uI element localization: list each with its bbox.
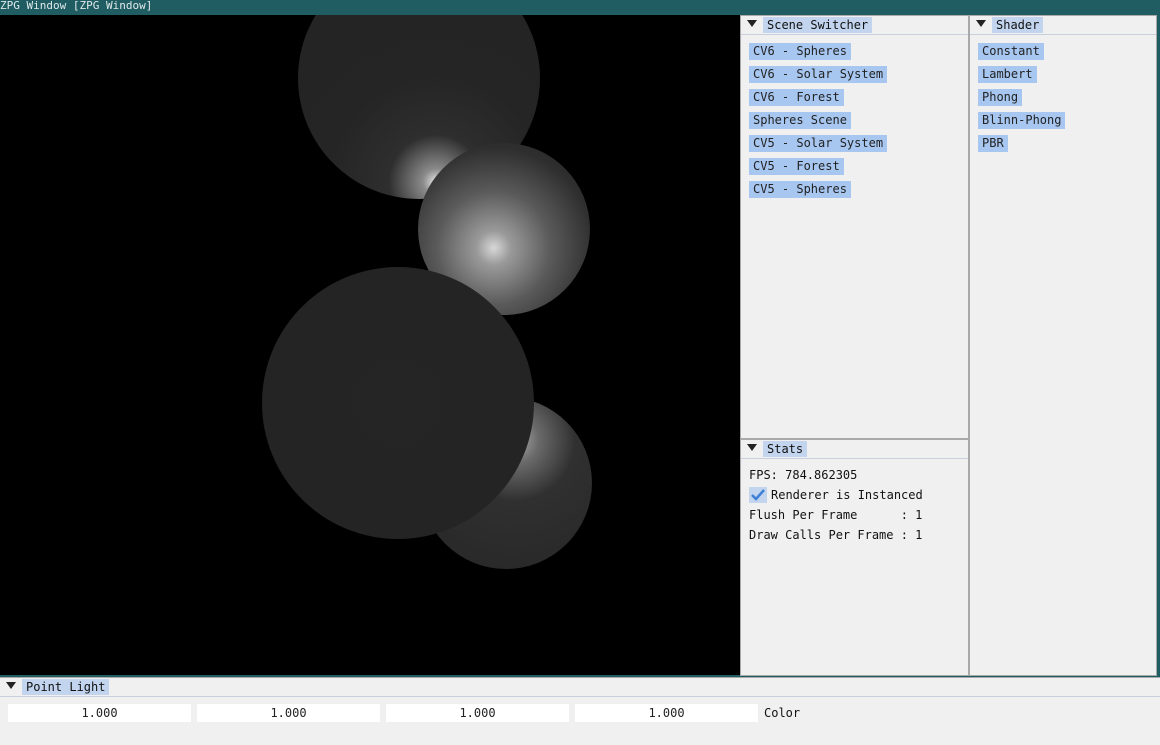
scene-button-list: CV6 - Spheres CV6 - Solar System CV6 - F… (741, 35, 968, 198)
point-light-header[interactable]: Point Light (0, 678, 1160, 697)
collapse-arrow-icon[interactable] (747, 444, 757, 451)
window-title: ZPG Window [ZPG Window] (0, 0, 153, 12)
scene-switcher-header[interactable]: Scene Switcher (741, 16, 968, 35)
shader-panel: Shader Constant Lambert Phong Blinn-Phon… (969, 15, 1157, 676)
shader-button-pbr[interactable]: PBR (978, 135, 1008, 152)
color-input-row: 1.000 1.000 1.000 1.000 Color (8, 704, 800, 722)
scene-switcher-panel: Scene Switcher CV6 - Spheres CV6 - Solar… (740, 15, 969, 439)
window-titlebar: ZPG Window [ZPG Window] (0, 0, 1160, 14)
scene-switcher-title: Scene Switcher (763, 17, 873, 33)
fps-readout: FPS: 784.862305 (749, 468, 858, 482)
scene-button-spheres-scene[interactable]: Spheres Scene (749, 112, 851, 129)
renderer-instanced-checkbox[interactable] (749, 487, 767, 503)
draw-calls-per-frame: Draw Calls Per Frame : 1 (749, 528, 923, 542)
shader-button-blinn-phong[interactable]: Blinn-Phong (978, 112, 1066, 129)
stats-title: Stats (763, 441, 808, 457)
scene-button-cv6-spheres[interactable]: CV6 - Spheres (749, 43, 851, 60)
shader-button-constant[interactable]: Constant (978, 43, 1044, 60)
color-a-input[interactable]: 1.000 (575, 704, 758, 722)
color-r-input[interactable]: 1.000 (8, 704, 191, 722)
renderer-instanced-row[interactable]: Renderer is Instanced (749, 487, 968, 503)
stats-panel: Stats FPS: 784.862305 Renderer is Instan… (740, 439, 969, 676)
color-g-input[interactable]: 1.000 (197, 704, 380, 722)
scene-button-cv5-spheres[interactable]: CV5 - Spheres (749, 181, 851, 198)
flush-per-frame: Flush Per Frame : 1 (749, 508, 923, 522)
shader-button-phong[interactable]: Phong (978, 89, 1023, 106)
color-b-input[interactable]: 1.000 (386, 704, 569, 722)
stats-header[interactable]: Stats (741, 440, 968, 459)
shader-button-list: Constant Lambert Phong Blinn-Phong PBR (970, 35, 1156, 152)
color-label: Color (764, 706, 801, 720)
checkmark-icon (751, 489, 765, 501)
collapse-arrow-icon[interactable] (6, 682, 16, 689)
shader-title: Shader (992, 17, 1044, 33)
scene-button-cv6-forest[interactable]: CV6 - Forest (749, 89, 844, 106)
scene-button-cv5-solar-system[interactable]: CV5 - Solar System (749, 135, 888, 152)
shader-button-lambert[interactable]: Lambert (978, 66, 1037, 83)
scene-button-cv5-forest[interactable]: CV5 - Forest (749, 158, 844, 175)
renderer-instanced-label: Renderer is Instanced (771, 488, 923, 502)
point-light-title: Point Light (22, 679, 110, 695)
collapse-arrow-icon[interactable] (747, 20, 757, 27)
point-light-panel: Point Light 1.000 1.000 1.000 1.000 Colo… (0, 677, 1160, 745)
shader-header[interactable]: Shader (970, 16, 1156, 35)
scene-button-cv6-solar-system[interactable]: CV6 - Solar System (749, 66, 888, 83)
collapse-arrow-icon[interactable] (976, 20, 986, 27)
sphere-large (262, 267, 534, 539)
render-viewport[interactable] (0, 15, 740, 675)
